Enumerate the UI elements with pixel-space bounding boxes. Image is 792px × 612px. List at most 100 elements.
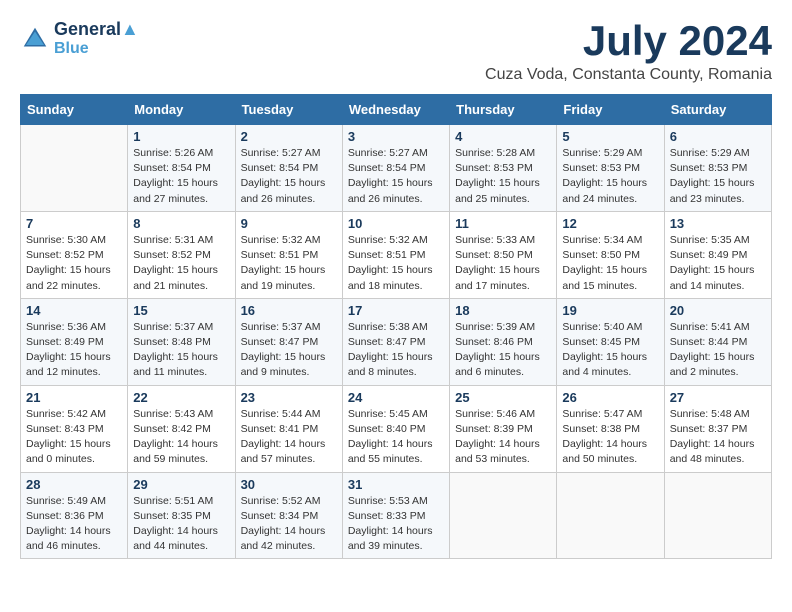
day-info: Sunrise: 5:33 AM Sunset: 8:50 PM Dayligh… bbox=[455, 233, 551, 294]
logo-icon bbox=[20, 24, 50, 54]
calendar-cell: 1Sunrise: 5:26 AM Sunset: 8:54 PM Daylig… bbox=[128, 125, 235, 212]
day-info: Sunrise: 5:53 AM Sunset: 8:33 PM Dayligh… bbox=[348, 494, 444, 555]
day-number: 21 bbox=[26, 390, 122, 405]
day-info: Sunrise: 5:46 AM Sunset: 8:39 PM Dayligh… bbox=[455, 407, 551, 468]
calendar-cell: 9 Sunrise: 5:32 AM Sunset: 8:51 PM Daylig… bbox=[235, 211, 342, 298]
calendar-cell: 12 Sunrise: 5:34 AM Sunset: 8:50 PM Dayli… bbox=[557, 211, 664, 298]
day-number: 4 bbox=[455, 129, 551, 144]
calendar-cell: 20 Sunrise: 5:41 AM Sunset: 8:44 PM Dayli… bbox=[664, 298, 771, 385]
day-number: 7 bbox=[26, 216, 122, 231]
day-number: 23 bbox=[241, 390, 337, 405]
calendar-cell: 13 Sunrise: 5:35 AM Sunset: 8:49 PM Dayli… bbox=[664, 211, 771, 298]
calendar-cell: 2 Sunrise: 5:27 AM Sunset: 8:54 PM Daylig… bbox=[235, 125, 342, 212]
day-info: Sunrise: 5:34 AM Sunset: 8:50 PM Dayligh… bbox=[562, 233, 658, 294]
calendar-cell: 23 Sunrise: 5:44 AM Sunset: 8:41 PM Dayli… bbox=[235, 385, 342, 472]
calendar-cell: 6 Sunrise: 5:29 AM Sunset: 8:53 PM Daylig… bbox=[664, 125, 771, 212]
calendar-cell: 30Sunrise: 5:52 AM Sunset: 8:34 PM Dayli… bbox=[235, 472, 342, 559]
day-number: 6 bbox=[670, 129, 766, 144]
day-info: Sunrise: 5:43 AM Sunset: 8:42 PM Dayligh… bbox=[133, 407, 229, 468]
week-row-3: 14 Sunrise: 5:36 AM Sunset: 8:49 PM Dayli… bbox=[21, 298, 772, 385]
title-area: July 2024 Cuza Voda, Constanta County, R… bbox=[485, 20, 772, 84]
week-row-4: 21Sunrise: 5:42 AM Sunset: 8:43 PM Dayli… bbox=[21, 385, 772, 472]
week-row-5: 28Sunrise: 5:49 AM Sunset: 8:36 PM Dayli… bbox=[21, 472, 772, 559]
day-number: 12 bbox=[562, 216, 658, 231]
day-number: 13 bbox=[670, 216, 766, 231]
day-info: Sunrise: 5:29 AM Sunset: 8:53 PM Dayligh… bbox=[670, 146, 766, 207]
day-number: 19 bbox=[562, 303, 658, 318]
day-number: 2 bbox=[241, 129, 337, 144]
calendar-header-row: SundayMondayTuesdayWednesdayThursdayFrid… bbox=[21, 95, 772, 125]
calendar-cell: 17 Sunrise: 5:38 AM Sunset: 8:47 PM Dayli… bbox=[342, 298, 449, 385]
calendar-cell: 26 Sunrise: 5:47 AM Sunset: 8:38 PM Dayli… bbox=[557, 385, 664, 472]
day-info: Sunrise: 5:48 AM Sunset: 8:37 PM Dayligh… bbox=[670, 407, 766, 468]
day-number: 11 bbox=[455, 216, 551, 231]
header-day-wednesday: Wednesday bbox=[342, 95, 449, 125]
calendar-cell: 4Sunrise: 5:28 AM Sunset: 8:53 PM Daylig… bbox=[450, 125, 557, 212]
calendar-cell: 18 Sunrise: 5:39 AM Sunset: 8:46 PM Dayli… bbox=[450, 298, 557, 385]
day-info: Sunrise: 5:51 AM Sunset: 8:35 PM Dayligh… bbox=[133, 494, 229, 555]
calendar-cell: 3Sunrise: 5:27 AM Sunset: 8:54 PM Daylig… bbox=[342, 125, 449, 212]
day-info: Sunrise: 5:27 AM Sunset: 8:54 PM Dayligh… bbox=[241, 146, 337, 207]
header-day-tuesday: Tuesday bbox=[235, 95, 342, 125]
day-info: Sunrise: 5:35 AM Sunset: 8:49 PM Dayligh… bbox=[670, 233, 766, 294]
header-day-monday: Monday bbox=[128, 95, 235, 125]
location-title: Cuza Voda, Constanta County, Romania bbox=[485, 66, 772, 84]
day-number: 16 bbox=[241, 303, 337, 318]
header-day-friday: Friday bbox=[557, 95, 664, 125]
day-number: 17 bbox=[348, 303, 444, 318]
calendar-cell: 15 Sunrise: 5:37 AM Sunset: 8:48 PM Dayli… bbox=[128, 298, 235, 385]
day-number: 20 bbox=[670, 303, 766, 318]
day-info: Sunrise: 5:45 AM Sunset: 8:40 PM Dayligh… bbox=[348, 407, 444, 468]
day-number: 18 bbox=[455, 303, 551, 318]
day-number: 14 bbox=[26, 303, 122, 318]
calendar-cell: 11 Sunrise: 5:33 AM Sunset: 8:50 PM Dayli… bbox=[450, 211, 557, 298]
day-info: Sunrise: 5:37 AM Sunset: 8:48 PM Dayligh… bbox=[133, 320, 229, 381]
calendar-cell: 27 Sunrise: 5:48 AM Sunset: 8:37 PM Dayli… bbox=[664, 385, 771, 472]
day-number: 3 bbox=[348, 129, 444, 144]
header-day-saturday: Saturday bbox=[664, 95, 771, 125]
day-number: 8 bbox=[133, 216, 229, 231]
day-number: 15 bbox=[133, 303, 229, 318]
calendar-cell: 8 Sunrise: 5:31 AM Sunset: 8:52 PM Daylig… bbox=[128, 211, 235, 298]
week-row-2: 7Sunrise: 5:30 AM Sunset: 8:52 PM Daylig… bbox=[21, 211, 772, 298]
day-number: 27 bbox=[670, 390, 766, 405]
day-number: 25 bbox=[455, 390, 551, 405]
calendar-cell bbox=[664, 472, 771, 559]
calendar-cell: 22 Sunrise: 5:43 AM Sunset: 8:42 PM Dayli… bbox=[128, 385, 235, 472]
calendar-cell: 31Sunrise: 5:53 AM Sunset: 8:33 PM Dayli… bbox=[342, 472, 449, 559]
day-info: Sunrise: 5:32 AM Sunset: 8:51 PM Dayligh… bbox=[241, 233, 337, 294]
calendar-cell: 5Sunrise: 5:29 AM Sunset: 8:53 PM Daylig… bbox=[557, 125, 664, 212]
day-info: Sunrise: 5:44 AM Sunset: 8:41 PM Dayligh… bbox=[241, 407, 337, 468]
day-info: Sunrise: 5:31 AM Sunset: 8:52 PM Dayligh… bbox=[133, 233, 229, 294]
day-number: 24 bbox=[348, 390, 444, 405]
calendar-cell: 19Sunrise: 5:40 AM Sunset: 8:45 PM Dayli… bbox=[557, 298, 664, 385]
day-number: 28 bbox=[26, 477, 122, 492]
day-info: Sunrise: 5:41 AM Sunset: 8:44 PM Dayligh… bbox=[670, 320, 766, 381]
day-number: 30 bbox=[241, 477, 337, 492]
calendar-cell: 7Sunrise: 5:30 AM Sunset: 8:52 PM Daylig… bbox=[21, 211, 128, 298]
day-number: 9 bbox=[241, 216, 337, 231]
day-number: 29 bbox=[133, 477, 229, 492]
calendar-cell bbox=[557, 472, 664, 559]
logo-text: General▲ Blue bbox=[54, 20, 139, 57]
calendar-cell: 16Sunrise: 5:37 AM Sunset: 8:47 PM Dayli… bbox=[235, 298, 342, 385]
day-info: Sunrise: 5:47 AM Sunset: 8:38 PM Dayligh… bbox=[562, 407, 658, 468]
day-info: Sunrise: 5:32 AM Sunset: 8:51 PM Dayligh… bbox=[348, 233, 444, 294]
day-number: 5 bbox=[562, 129, 658, 144]
calendar-cell bbox=[21, 125, 128, 212]
logo: General▲ Blue bbox=[20, 20, 139, 57]
day-info: Sunrise: 5:38 AM Sunset: 8:47 PM Dayligh… bbox=[348, 320, 444, 381]
calendar-cell: 24 Sunrise: 5:45 AM Sunset: 8:40 PM Dayli… bbox=[342, 385, 449, 472]
calendar-cell: 10 Sunrise: 5:32 AM Sunset: 8:51 PM Dayli… bbox=[342, 211, 449, 298]
day-info: Sunrise: 5:39 AM Sunset: 8:46 PM Dayligh… bbox=[455, 320, 551, 381]
day-number: 26 bbox=[562, 390, 658, 405]
calendar-cell: 14 Sunrise: 5:36 AM Sunset: 8:49 PM Dayli… bbox=[21, 298, 128, 385]
calendar-cell: 21Sunrise: 5:42 AM Sunset: 8:43 PM Dayli… bbox=[21, 385, 128, 472]
day-number: 1 bbox=[133, 129, 229, 144]
day-info: Sunrise: 5:36 AM Sunset: 8:49 PM Dayligh… bbox=[26, 320, 122, 381]
header-day-sunday: Sunday bbox=[21, 95, 128, 125]
day-number: 22 bbox=[133, 390, 229, 405]
week-row-1: 1Sunrise: 5:26 AM Sunset: 8:54 PM Daylig… bbox=[21, 125, 772, 212]
day-number: 10 bbox=[348, 216, 444, 231]
calendar-cell bbox=[450, 472, 557, 559]
